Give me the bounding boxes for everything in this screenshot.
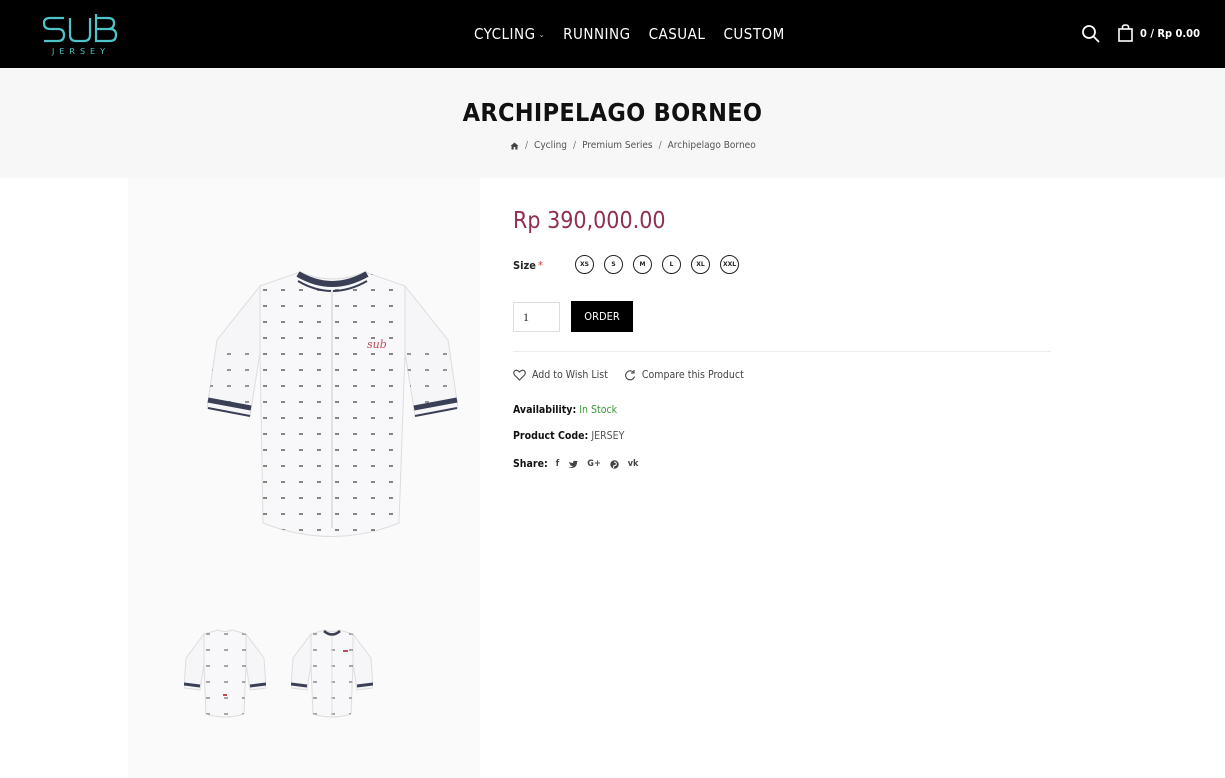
thumbnail-front[interactable] bbox=[291, 628, 373, 720]
twitter-icon[interactable] bbox=[568, 460, 579, 469]
nav-cycling[interactable]: CYCLING ⌄ bbox=[474, 25, 545, 43]
size-option-xl[interactable]: XL bbox=[691, 255, 710, 274]
breadcrumb: / Cycling / Premium Series / Archipelago… bbox=[510, 140, 756, 151]
nav-casual[interactable]: CASUAL bbox=[649, 25, 706, 43]
compare-label: Compare this Product bbox=[641, 369, 744, 381]
availability-label: Availability: bbox=[513, 404, 577, 416]
search-icon[interactable] bbox=[1081, 24, 1101, 44]
size-option-s[interactable]: S bbox=[604, 255, 623, 274]
thumbnail-back[interactable] bbox=[184, 628, 266, 720]
google-plus-icon[interactable]: G+ bbox=[587, 459, 600, 469]
compare-product-link[interactable]: Compare this Product bbox=[624, 369, 744, 381]
size-label: Size * bbox=[513, 259, 543, 272]
size-option-m[interactable]: M bbox=[633, 255, 652, 274]
size-option-l[interactable]: L bbox=[662, 255, 681, 274]
nav-casual-label: CASUAL bbox=[648, 25, 706, 43]
top-navigation-bar: JERSEY CYCLING ⌄ RUNNING CASUAL CUSTOM 0 … bbox=[0, 0, 1225, 68]
divider bbox=[513, 351, 1051, 352]
breadcrumb-premium-series[interactable]: Premium Series bbox=[582, 140, 653, 151]
pinterest-icon[interactable] bbox=[610, 459, 619, 469]
home-icon[interactable] bbox=[510, 142, 519, 150]
refresh-icon bbox=[625, 370, 635, 381]
order-button[interactable]: ORDER bbox=[571, 301, 633, 332]
size-option-xs[interactable]: XS bbox=[575, 255, 594, 274]
size-label-text: Size bbox=[513, 259, 536, 272]
cart-button[interactable]: 0 / Rp 0.00 bbox=[1118, 24, 1200, 42]
logo-subtitle: JERSEY bbox=[51, 47, 110, 56]
breadcrumb-cycling[interactable]: Cycling bbox=[534, 140, 567, 151]
nav-running[interactable]: RUNNING bbox=[563, 25, 630, 43]
breadcrumb-separator: / bbox=[658, 140, 662, 151]
product-code-label: Product Code: bbox=[513, 430, 589, 442]
product-code-value: JERSEY bbox=[591, 430, 625, 442]
quantity-input[interactable] bbox=[513, 302, 560, 332]
shopping-bag-icon bbox=[1118, 24, 1133, 42]
breadcrumb-separator: / bbox=[573, 140, 577, 151]
nav-custom-label: CUSTOM bbox=[723, 25, 785, 43]
nav-cycling-label: CYCLING bbox=[474, 25, 536, 43]
size-options: XS S M L XL XXL bbox=[575, 255, 749, 274]
stock-status: In Stock bbox=[579, 404, 618, 416]
add-to-wishlist-link[interactable]: Add to Wish List bbox=[513, 369, 608, 381]
share-label: Share: bbox=[513, 458, 548, 470]
cart-total: 0 / Rp 0.00 bbox=[1140, 26, 1200, 40]
vk-icon[interactable]: vk bbox=[628, 459, 639, 469]
chevron-down-icon: ⌄ bbox=[538, 29, 546, 39]
nav-running-label: RUNNING bbox=[563, 25, 631, 43]
page-title: ARCHIPELAGO BORNEO bbox=[462, 98, 763, 127]
size-option-xxl[interactable]: XXL bbox=[720, 255, 739, 274]
product-code-row: Product Code: JERSEY bbox=[513, 430, 624, 442]
heart-icon bbox=[513, 369, 526, 381]
availability-row: Availability: In Stock bbox=[513, 404, 617, 416]
product-main-image[interactable]: sub bbox=[205, 268, 460, 548]
share-row: Share: f G+ vk bbox=[513, 458, 647, 470]
main-nav: CYCLING ⌄ RUNNING CASUAL CUSTOM bbox=[474, 0, 803, 68]
jersey-chest-logo: sub bbox=[367, 338, 387, 351]
required-mark: * bbox=[538, 259, 543, 272]
nav-custom[interactable]: CUSTOM bbox=[723, 25, 784, 43]
breadcrumb-separator: / bbox=[525, 140, 529, 151]
sub-jersey-logo[interactable]: JERSEY bbox=[42, 13, 120, 57]
breadcrumb-current: Archipelago Borneo bbox=[667, 140, 756, 151]
facebook-icon[interactable]: f bbox=[556, 459, 560, 469]
wishlist-label: Add to Wish List bbox=[532, 369, 608, 381]
product-price: Rp 390,000.00 bbox=[513, 208, 666, 234]
product-actions: Add to Wish List Compare this Product bbox=[513, 369, 760, 381]
